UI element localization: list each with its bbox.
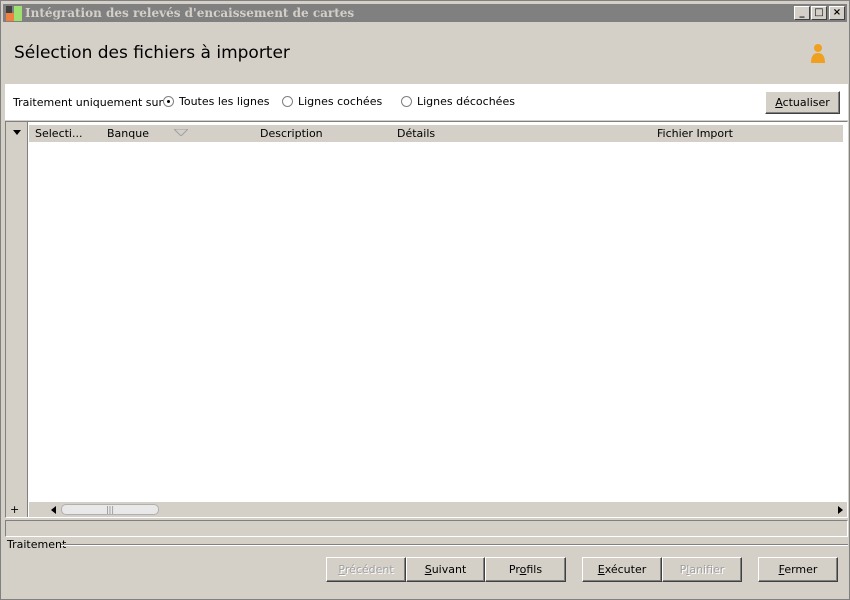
scrollbar-thumb[interactable]: ||| (61, 504, 159, 515)
radio-label: Toutes les lignes (179, 95, 270, 108)
options-bar: Traitement uniquement sur : Toutes les l… (5, 84, 848, 120)
schedule-button[interactable]: Planifier (662, 557, 742, 582)
column-header-selection[interactable]: Selecti... (35, 127, 82, 140)
page-title: Sélection des fichiers à importer (14, 43, 290, 63)
group-label: Traitement (7, 538, 67, 551)
radio-label: Lignes cochées (298, 95, 383, 108)
scroll-right-icon[interactable] (838, 506, 843, 514)
column-header-description[interactable]: Description (260, 127, 323, 140)
radio-label: Lignes décochées (417, 95, 515, 108)
group-divider (61, 544, 848, 546)
profiles-button[interactable]: Profils (485, 557, 566, 582)
data-grid[interactable]: + Selecti... Banque Description Détails … (5, 121, 848, 518)
radio-checked-lines[interactable]: Lignes cochées (282, 95, 382, 108)
user-icon (811, 44, 825, 63)
options-label: Traitement uniquement sur : (13, 96, 171, 109)
previous-button[interactable]: Précédent (326, 557, 406, 582)
title-bar[interactable]: Intégration des relevés d'encaissement d… (3, 4, 847, 22)
chevron-down-icon[interactable] (13, 130, 21, 135)
close-button[interactable]: × (829, 6, 845, 20)
radio-indicator[interactable] (401, 96, 412, 107)
maximize-button[interactable]: □ (811, 6, 827, 20)
window-title: Intégration des relevés d'encaissement d… (25, 6, 355, 20)
expand-button[interactable]: + (10, 503, 19, 516)
grid-header: Selecti... Banque Description Détails Fi… (29, 125, 843, 142)
header: Sélection des fichiers à importer (3, 23, 848, 83)
radio-indicator[interactable] (163, 96, 174, 107)
close-dialog-button[interactable]: Fermer (758, 557, 838, 582)
scroll-left-icon[interactable] (51, 506, 56, 514)
next-button[interactable]: Suivant (406, 557, 485, 582)
radio-indicator[interactable] (282, 96, 293, 107)
column-header-details[interactable]: Détails (397, 127, 435, 140)
refresh-button[interactable]: Actualiser (765, 91, 840, 114)
status-bar (5, 520, 848, 537)
horizontal-scrollbar[interactable]: ||| (29, 502, 847, 517)
radio-unchecked-lines[interactable]: Lignes décochées (401, 95, 515, 108)
window: Intégration des relevés d'encaissement d… (0, 0, 850, 600)
app-icon (6, 6, 22, 21)
radio-all-lines[interactable]: Toutes les lignes (163, 95, 269, 108)
minimize-button[interactable]: _ (794, 6, 810, 20)
row-selector-column: + (6, 122, 28, 517)
column-header-banque[interactable]: Banque (107, 127, 149, 140)
column-header-fichier-import[interactable]: Fichier Import (657, 127, 733, 140)
execute-button[interactable]: Exécuter (582, 557, 662, 582)
sort-indicator-icon[interactable] (174, 129, 188, 136)
